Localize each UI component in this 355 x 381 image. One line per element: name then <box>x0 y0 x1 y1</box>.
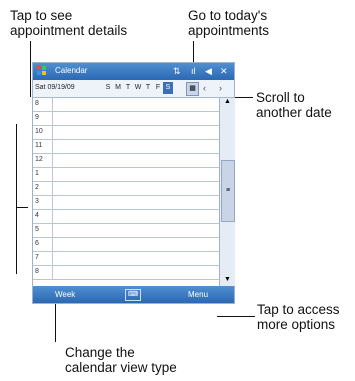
callout-scroll: Scroll to another date <box>256 90 332 120</box>
callout-today: Go to today's appointments <box>188 8 270 38</box>
hour-label: 12 <box>35 156 43 163</box>
hour-row[interactable]: 11 <box>33 140 219 154</box>
day-button[interactable]: T <box>143 82 153 94</box>
scrollbar-thumb[interactable]: ≡ <box>221 160 235 222</box>
hour-label: 1 <box>35 170 39 177</box>
hour-row[interactable]: 9 <box>33 112 219 126</box>
hour-label: 8 <box>35 268 39 275</box>
callout-view-type: Change the calendar view type <box>65 345 177 375</box>
hour-row[interactable]: 5 <box>33 224 219 238</box>
hour-row[interactable]: 10 <box>33 126 219 140</box>
day-button[interactable]: M <box>113 82 123 94</box>
next-day-arrow-icon[interactable]: › <box>219 83 222 93</box>
callout-options: Tap to access more options <box>257 302 340 332</box>
connectivity-icon[interactable]: ⇅ <box>173 66 181 77</box>
hour-row[interactable]: 12 <box>33 154 219 168</box>
hour-row[interactable]: 8 <box>33 266 219 280</box>
app-title: Calendar <box>55 66 88 75</box>
volume-icon[interactable]: ◀ <box>205 66 212 77</box>
current-date[interactable]: Sat 09/19/09 <box>35 84 75 91</box>
hour-row[interactable]: 8 <box>33 98 219 112</box>
hour-label: 5 <box>35 226 39 233</box>
hour-row[interactable]: 6 <box>33 238 219 252</box>
hour-row[interactable]: 7 <box>33 252 219 266</box>
hour-label: 7 <box>35 254 39 261</box>
day-button-selected[interactable]: S <box>163 82 173 94</box>
day-button[interactable]: T <box>123 82 133 94</box>
leader-line <box>30 41 31 97</box>
date-bar: Sat 09/19/09 S M T W T F S ▦ ‹ › <box>33 80 234 98</box>
hour-label: 10 <box>35 128 43 135</box>
hour-label: 3 <box>35 198 39 205</box>
menu-bar: Week ⌨ Menu <box>33 286 234 303</box>
hour-row[interactable]: 4 <box>33 210 219 224</box>
hour-row[interactable]: 2 <box>33 182 219 196</box>
scroll-down-arrow-icon[interactable]: ▼ <box>220 276 235 286</box>
callout-appointment-details: Tap to see appointment details <box>10 8 128 38</box>
hour-label: 8 <box>35 100 39 107</box>
hour-label: 6 <box>35 240 39 247</box>
day-button[interactable]: W <box>133 82 143 94</box>
hour-row[interactable]: 3 <box>33 196 219 210</box>
appointment-grid[interactable]: 8 9 10 11 12 1 2 3 4 5 6 7 8 <box>33 98 219 286</box>
bracket-line <box>16 207 28 208</box>
day-button[interactable]: F <box>153 82 163 94</box>
hour-label: 2 <box>35 184 39 191</box>
day-selector: S M T W T F S <box>103 82 173 94</box>
scroll-up-arrow-icon[interactable]: ▲ <box>220 98 235 108</box>
hour-row[interactable]: 1 <box>33 168 219 182</box>
signal-icon[interactable]: ıl <box>191 66 196 76</box>
close-icon[interactable]: ✕ <box>220 66 228 77</box>
hour-label: 9 <box>35 114 39 121</box>
keyboard-icon[interactable]: ⌨ <box>125 289 141 301</box>
hour-label: 4 <box>35 212 39 219</box>
day-button[interactable]: S <box>103 82 113 94</box>
week-view-button[interactable]: Week <box>55 290 75 299</box>
bracket-line <box>16 124 17 274</box>
title-bar: Calendar ⇅ ıl ◀ ✕ <box>33 63 234 80</box>
vertical-scrollbar[interactable]: ▲ ≡ ▼ <box>219 98 235 286</box>
menu-button[interactable]: Menu <box>188 290 208 299</box>
go-to-today-button[interactable]: ▦ <box>186 82 199 96</box>
pda-screen: Calendar ⇅ ıl ◀ ✕ Sat 09/19/09 S M T W T… <box>32 62 235 304</box>
hour-label: 11 <box>35 142 43 149</box>
leader-line <box>217 316 255 317</box>
start-flag-icon[interactable] <box>36 65 48 77</box>
previous-day-arrow-icon[interactable]: ‹ <box>203 83 206 93</box>
